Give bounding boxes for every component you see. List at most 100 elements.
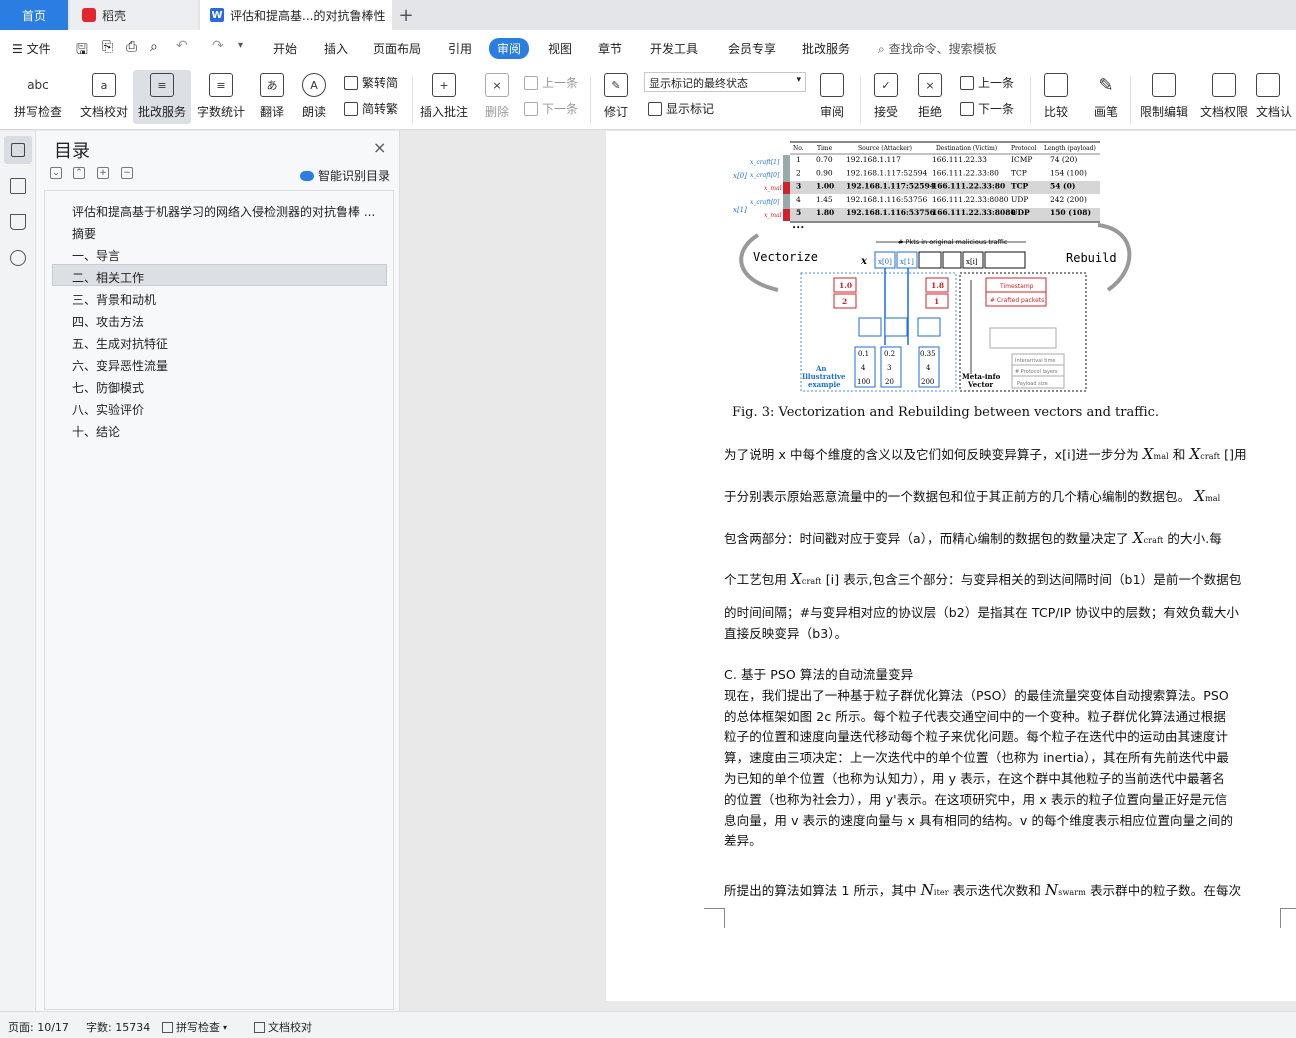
spell-check-button[interactable]: abc 拼写检查 (8, 70, 68, 126)
example-cell: 3 (887, 364, 891, 372)
pen-label: 画笔 (1093, 105, 1118, 119)
add-heading-icon[interactable]: + (97, 167, 109, 179)
toc-item-abstract[interactable]: 摘要 (72, 225, 96, 242)
print-icon[interactable]: ⎙ (126, 39, 137, 55)
read-aloud-button[interactable]: A 朗读 (296, 70, 332, 126)
word-count-indicator[interactable]: 字数: 15734 (86, 1019, 150, 1035)
xmal-label: x_mal (764, 185, 782, 192)
expand-up-icon[interactable]: ⌃ (73, 167, 85, 179)
remove-heading-icon[interactable]: − (121, 167, 133, 179)
new-tab-button[interactable]: + (396, 0, 416, 30)
compare-icon (1044, 73, 1068, 97)
lock-icon (1152, 73, 1176, 97)
col-header: Length (payload) (1044, 145, 1096, 152)
page-indicator[interactable]: 页面: 10/17 (8, 1019, 69, 1035)
restrict-edit-button[interactable]: 限制编辑 (1138, 70, 1190, 126)
quick-access-dropdown-icon[interactable]: ▾ (238, 40, 243, 51)
export-pdf-icon[interactable]: ⎘ (102, 39, 113, 55)
accept-button[interactable]: ✓ 接受 (868, 70, 904, 126)
toc-item-defense[interactable]: 七、防御模式 (72, 379, 144, 396)
undo-icon[interactable]: ↶ (176, 38, 188, 54)
table-cell: 154 (100) (1050, 168, 1087, 177)
word-count-icon: ≡ (209, 73, 233, 97)
doc-auth-button[interactable]: 文档认 (1256, 70, 1296, 126)
collapse-all-icon[interactable]: ⌄ (50, 167, 62, 179)
toc-item-mutate-traffic[interactable]: 六、变异恶性流量 (72, 357, 168, 374)
doc-proof-status[interactable]: 文档校对 (254, 1019, 312, 1035)
word-count-button[interactable]: ≡ 字数统计 (194, 70, 248, 126)
markup-state-select[interactable]: 显示标记的最终状态 ▾ (644, 72, 806, 92)
menu-start[interactable]: 开始 (273, 40, 297, 57)
command-search[interactable]: ⌕ 查找命令、搜索模板 (878, 40, 997, 57)
prev-comment-button[interactable]: 上一条 (524, 74, 578, 91)
show-markup-button[interactable]: 显示标记 (648, 100, 714, 117)
toc-panel-button[interactable] (4, 136, 32, 164)
table-cell: TCP (1011, 182, 1029, 191)
review-pane-button[interactable]: 审阅 (814, 70, 850, 126)
redo-icon[interactable]: ↷ (212, 38, 224, 54)
next-change-button[interactable]: 下一条 (960, 100, 1014, 117)
doc-proof-button[interactable]: a 文档校对 (76, 70, 132, 126)
table-cell: TCP (1011, 168, 1027, 177)
ribbon-divider (412, 76, 413, 124)
toc-item-intro[interactable]: 一、导言 (72, 247, 120, 264)
save-icon[interactable]: 🖫 (76, 39, 88, 63)
paragraph-line: 粒子的位置和速度向量迭代移动每个粒子来优化问题。每个粒子在迭代中的运动由其速度计 (724, 729, 1229, 744)
menu-chapter[interactable]: 章节 (598, 40, 622, 57)
prev-change-button[interactable]: 上一条 (960, 74, 1014, 91)
chapter-nav-icon[interactable] (10, 178, 26, 194)
toc-item-background[interactable]: 三、背景和动机 (72, 291, 156, 308)
menu-member[interactable]: 会员专享 (728, 40, 776, 57)
example-cell: 4 (926, 364, 931, 372)
menu-view[interactable]: 视图 (548, 40, 572, 57)
preview-icon[interactable]: ⌕ (150, 39, 158, 55)
close-icon[interactable]: × (373, 138, 386, 157)
tab-daoke[interactable]: 稻壳 (70, 0, 198, 30)
toc-item-title[interactable]: 评估和提高基于机器学习的网络入侵检测器的对抗鲁棒 ... (72, 203, 375, 220)
next-comment-button[interactable]: 下一条 (524, 100, 578, 117)
paragraph-line: 为了说明 x 中每个维度的含义以及它们如何反映变异算子，x[i]进一步分为 Xm… (724, 445, 1247, 463)
review-pane-label: 审阅 (819, 105, 844, 119)
compare-button[interactable]: 比较 (1036, 70, 1076, 126)
menu-page-layout[interactable]: 页面布局 (373, 40, 421, 57)
table-cell: 1.45 (816, 195, 833, 204)
track-changes-button[interactable]: ✎ 修订 (598, 70, 634, 126)
table-cell: 166.111.22.33 (932, 155, 987, 164)
file-menu[interactable]: ☰ 文件 (12, 40, 51, 57)
delete-comment-button[interactable]: × 删除 (478, 70, 516, 126)
doc-permission-button[interactable]: 文档权限 (1198, 70, 1250, 126)
toc-item-attack[interactable]: 四、攻击方法 (72, 313, 144, 330)
menu-references[interactable]: 引用 (448, 40, 472, 57)
prev-change-label: 上一条 (978, 76, 1015, 90)
toc-item-conclusion[interactable]: 十、结论 (72, 423, 120, 440)
chevron-down-icon: ▾ (223, 1022, 228, 1032)
trad-to-simp-button[interactable]: 繁转简 (344, 74, 398, 91)
toc-item-related-work[interactable]: 二、相关工作 (72, 269, 144, 286)
xcraft-label: x_craft[0] (750, 172, 780, 179)
table-cell: 3 (796, 182, 801, 191)
paragraph-line: 算，速度由三项决定：上一次迭代中的单个位置（也称为 inertia），其在所有先… (724, 750, 1229, 765)
simp-to-trad-button[interactable]: 简转繁 (344, 100, 398, 117)
toc-item-adversarial-features[interactable]: 五、生成对抗特征 (72, 335, 168, 352)
bookmark-icon[interactable] (10, 214, 26, 230)
pen-button[interactable]: ✎ 画笔 (1088, 70, 1124, 126)
translate-button[interactable]: あ翻译 (252, 70, 292, 126)
reject-button[interactable]: × 拒绝 (912, 70, 948, 126)
pizhu-service-button[interactable]: ≡ 批改服务 (134, 70, 190, 126)
menu-developer[interactable]: 开发工具 (650, 40, 698, 57)
toc-item-evaluation[interactable]: 八、实验评价 (72, 401, 144, 418)
insert-comment-button[interactable]: + 插入批注 (418, 70, 470, 126)
tab-home[interactable]: 首页 (0, 0, 68, 30)
spell-check-status[interactable]: 拼写检查 ▾ (162, 1019, 227, 1035)
menu-insert[interactable]: 插入 (324, 40, 348, 57)
markup-state-value: 显示标记的最终状态 (649, 77, 748, 90)
tab-document[interactable]: W 评估和提高基...的对抗鲁棒性 (200, 0, 392, 30)
menu-pizhu-service[interactable]: 批改服务 (802, 40, 850, 57)
meta-crafted: # Crafted packets (990, 297, 1044, 304)
tab-daoke-label: 稻壳 (102, 8, 127, 23)
read-aloud-icon: A (302, 73, 326, 97)
example-cell: 20 (885, 378, 894, 386)
menu-review[interactable]: 审阅 (489, 38, 530, 59)
smart-toc-button[interactable]: 智能识别目录 (300, 167, 390, 184)
search-icon[interactable] (10, 250, 26, 266)
